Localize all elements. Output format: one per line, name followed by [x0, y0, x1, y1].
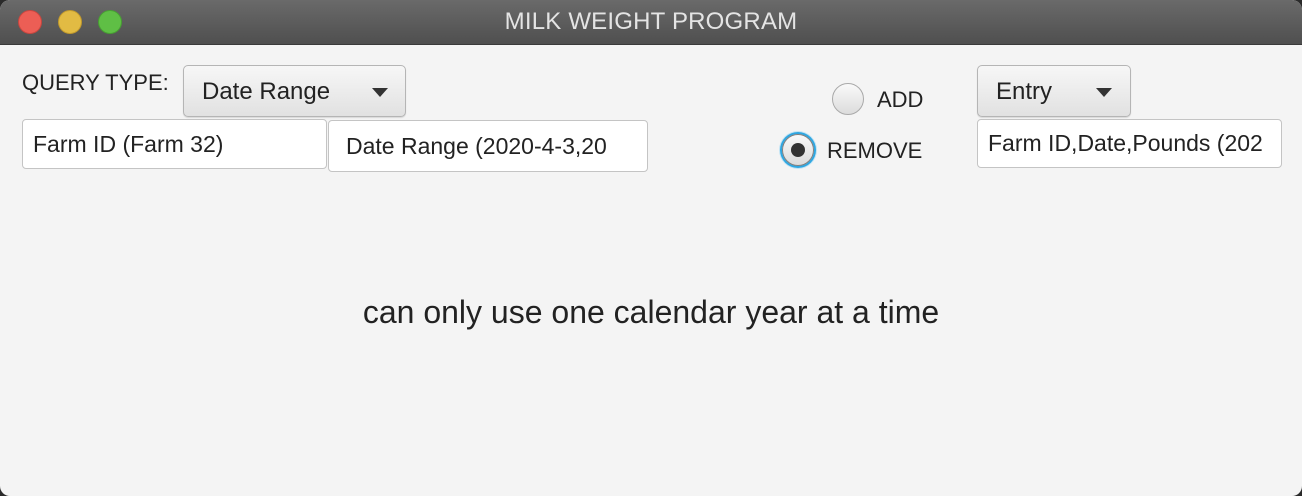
farm-id-input[interactable] — [23, 120, 326, 168]
add-radio[interactable] — [832, 83, 864, 115]
entry-input[interactable] — [978, 120, 1281, 167]
remove-radio-label[interactable]: REMOVE — [827, 138, 922, 164]
status-message: can only use one calendar year at a time — [362, 294, 940, 330]
date-range-input[interactable] — [329, 121, 647, 171]
farm-id-field[interactable] — [22, 119, 327, 169]
chevron-down-icon — [372, 88, 388, 97]
chevron-down-icon — [1096, 88, 1112, 97]
add-radio-label[interactable]: ADD — [877, 87, 923, 113]
app-window: MILK WEIGHT PROGRAM QUERY TYPE: Date Ran… — [0, 0, 1302, 496]
entry-type-dropdown[interactable]: Entry — [977, 65, 1131, 117]
radio-selected-dot-icon — [791, 143, 805, 157]
entry-type-selected: Entry — [996, 78, 1053, 105]
date-range-field[interactable] — [328, 120, 648, 172]
query-type-dropdown[interactable]: Date Range — [183, 65, 406, 117]
query-type-selected: Date Range — [202, 78, 331, 105]
entry-field[interactable] — [977, 119, 1282, 168]
title-bar[interactable]: MILK WEIGHT PROGRAM — [0, 0, 1302, 45]
window-title: MILK WEIGHT PROGRAM — [504, 8, 798, 35]
remove-radio[interactable] — [782, 134, 814, 166]
query-type-label: QUERY TYPE: — [22, 70, 169, 95]
